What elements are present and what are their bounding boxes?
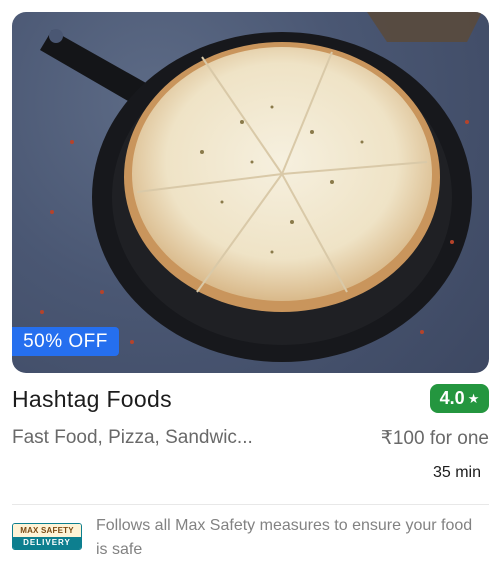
safety-message: Follows all Max Safety measures to ensur… <box>96 517 473 558</box>
safety-logo-bottom: DELIVERY <box>13 536 81 549</box>
max-safety-logo: MAX SAFETY DELIVERY <box>12 523 82 550</box>
star-icon: ★ <box>467 390 480 406</box>
rating-badge: 4.0 ★ <box>430 384 489 413</box>
restaurant-photo[interactable] <box>12 12 489 373</box>
pizza-image <box>40 12 482 362</box>
rating-value: 4.0 <box>439 388 465 408</box>
divider <box>12 504 489 505</box>
cuisine-list: Fast Food, Pizza, Sandwic... <box>12 427 253 448</box>
delivery-time: 35 min <box>432 464 481 481</box>
price-for-one: ₹100 for one <box>380 428 489 449</box>
restaurant-name[interactable]: Hashtag Foods <box>12 386 172 413</box>
restaurant-card[interactable]: 50% OFF Hashtag Foods 4.0 ★ Fast Food, P… <box>0 0 500 575</box>
discount-badge: 50% OFF <box>12 327 119 356</box>
safety-logo-top: MAX SAFETY <box>13 524 81 537</box>
